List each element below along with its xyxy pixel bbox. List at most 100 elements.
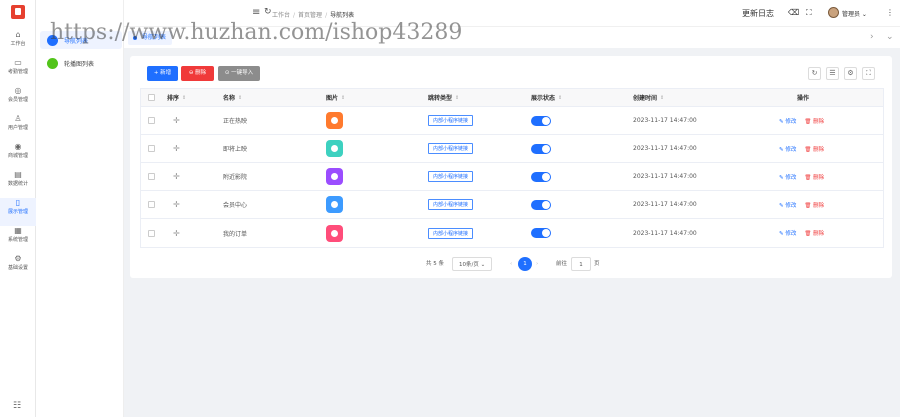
display-icon: ▯	[15, 198, 21, 207]
row-checkbox[interactable]	[148, 173, 155, 180]
drag-handle-icon[interactable]: ✛	[173, 172, 180, 181]
fullscreen-icon[interactable]: ⛶	[806, 8, 812, 18]
rail-item[interactable]: ♙ 用户管理	[0, 114, 36, 142]
rail-item[interactable]: ◎ 会员管理	[0, 86, 36, 114]
app-logo[interactable]	[11, 5, 25, 19]
subnav-item-label: 轮播图列表	[64, 60, 95, 68]
nav-table: 排序 ⇕ 名称 ⇕ 图片 ⇕ 跳转类型 ⇕ 展示状态 ⇕ 创建时间 ⇕ 操作 ✛ 正在热映 …	[140, 88, 884, 248]
page-number-current[interactable]: 1	[518, 257, 532, 271]
edit-button[interactable]: ✎ 修改	[779, 229, 796, 237]
menu-toggle-icon[interactable]: ☷	[13, 401, 21, 411]
delete-row-button[interactable]: 🗑 删除	[804, 201, 824, 209]
user-menu[interactable]: 管理员 ⌄	[842, 9, 867, 18]
row-checkbox[interactable]	[148, 145, 155, 152]
header-name[interactable]: 名称 ⇕	[223, 89, 242, 106]
chevron-down-icon[interactable]: ⌄	[886, 32, 894, 42]
tab-nav-list[interactable]: 导航列表	[128, 31, 173, 45]
rail-item[interactable]: ◉ 商城管理	[0, 142, 36, 170]
edit-button[interactable]: ✎ 修改	[779, 201, 796, 209]
breadcrumb-item[interactable]: 首页管理	[298, 12, 322, 19]
nav-list-icon	[47, 34, 58, 46]
header-sort[interactable]: 排序 ⇕	[167, 89, 186, 106]
breadcrumb-current: 导航列表	[330, 12, 355, 19]
rail-item[interactable]: ⚙ 基础设置	[0, 254, 36, 282]
density-icon[interactable]: ☰	[826, 67, 839, 80]
delete-row-button[interactable]: 🗑 删除	[804, 145, 824, 153]
attendance-icon: ▭	[14, 58, 22, 67]
pager-total: 共 5 条	[426, 261, 444, 267]
drag-handle-icon[interactable]: ✛	[173, 144, 180, 153]
changelog-link[interactable]: 更新日志	[742, 8, 774, 19]
delete-row-button[interactable]: 🗑 删除	[804, 173, 824, 181]
jump-type-tag: 内部小程序链接	[428, 115, 474, 126]
hamburger-icon[interactable]: ≡	[252, 7, 260, 18]
rail-item-label: 考勤管理	[7, 69, 28, 75]
row-created-time: 2023-11-17 14:47:00	[633, 201, 697, 208]
trash-icon[interactable]: ⌫	[788, 8, 799, 17]
header-created-time[interactable]: 创建时间 ⇕	[633, 89, 664, 106]
content-card: + 新增 ⊖ 删除 ⊙ 一键导入 ↻ ☰ ⚙ ⛶ 排序 ⇕ 名称 ⇕ 图片 ⇕ 跳转类…	[130, 56, 892, 278]
tabs-bar: 导航列表 › ⌄	[124, 26, 900, 48]
sub-navigation: 导航列表 轮播图列表	[36, 0, 124, 417]
subnav-item[interactable]: 轮播图列表	[40, 54, 122, 72]
rail-item[interactable]: ⌂ 工作台	[0, 30, 36, 58]
avatar[interactable]	[828, 7, 839, 18]
edit-button[interactable]: ✎ 修改	[779, 117, 796, 125]
stats-icon: ▤	[14, 170, 22, 179]
edit-button[interactable]: ✎ 修改	[779, 145, 796, 153]
subnav-item[interactable]: 导航列表	[40, 31, 122, 49]
home-icon: ⌂	[15, 30, 21, 39]
delete-row-button[interactable]: 🗑 删除	[804, 117, 824, 125]
display-status-switch[interactable]	[531, 199, 551, 210]
row-checkbox[interactable]	[148, 229, 155, 237]
drag-handle-icon[interactable]: ✛	[173, 229, 180, 238]
header-display-status[interactable]: 展示状态 ⇕	[531, 89, 562, 106]
edit-button[interactable]: ✎ 修改	[779, 173, 796, 181]
add-button[interactable]: + 新增	[147, 66, 178, 81]
row-name: 正在热映	[223, 118, 248, 125]
header-jump-type[interactable]: 跳转类型 ⇕	[428, 89, 459, 106]
display-status-switch[interactable]	[531, 171, 551, 182]
display-status-switch[interactable]	[531, 143, 551, 154]
goto-label: 前往	[556, 261, 568, 267]
row-name: 会员中心	[223, 202, 248, 209]
rail-item[interactable]: ▤ 数据统计	[0, 170, 36, 198]
row-created-time: 2023-11-17 14:47:00	[633, 229, 697, 237]
row-checkbox[interactable]	[148, 117, 155, 124]
delete-row-button[interactable]: 🗑 删除	[804, 229, 824, 237]
rail-item[interactable]: ▭ 考勤管理	[0, 58, 36, 86]
page-size-select[interactable]: 10条/页 ⌄	[452, 257, 493, 271]
select-all-checkbox[interactable]	[148, 94, 155, 101]
rail-item-label: 展示管理	[7, 209, 28, 215]
member-icon: ◎	[14, 86, 22, 95]
display-status-switch[interactable]	[531, 115, 551, 126]
system-icon: ▦	[14, 226, 22, 235]
nav-image	[326, 196, 343, 213]
prev-page-icon[interactable]: ‹	[510, 257, 512, 271]
more-icon[interactable]: ⋮	[886, 8, 894, 17]
drag-handle-icon[interactable]: ✛	[173, 200, 180, 209]
refresh-icon[interactable]: ↻	[264, 7, 272, 17]
breadcrumb-item[interactable]: 工作台	[272, 12, 290, 19]
rail-item-label: 商城管理	[7, 153, 28, 159]
rail-item[interactable]: ▯ 展示管理	[0, 198, 36, 226]
nav-image	[326, 168, 343, 185]
refresh-table-icon[interactable]: ↻	[808, 67, 821, 80]
rail-item-label: 工作台	[10, 41, 26, 47]
goto-page-input[interactable]: 1	[571, 257, 591, 271]
drag-handle-icon[interactable]: ✛	[173, 116, 180, 125]
column-settings-icon[interactable]: ⚙	[844, 67, 857, 80]
header-image[interactable]: 图片 ⇕	[326, 89, 345, 106]
top-bar: ≡ ↻ 工作台 / 首页管理 / 导航列表 更新日志 ⌫ ⛶ 管理员 ⌄ ⋮	[124, 0, 900, 26]
import-button[interactable]: ⊙ 一键导入	[218, 66, 260, 81]
row-created-time: 2023-11-17 14:47:00	[633, 173, 697, 180]
table-row: ✛ 即将上映 内部小程序链接 2023-11-17 14:47:00 ✎ 修改 🗑…	[141, 135, 883, 163]
display-status-switch[interactable]	[531, 228, 551, 238]
delete-button[interactable]: ⊖ 删除	[181, 66, 214, 81]
carousel-icon	[47, 57, 58, 69]
chevron-right-icon[interactable]: ›	[870, 32, 874, 42]
next-page-icon[interactable]: ›	[536, 257, 538, 271]
fullscreen-table-icon[interactable]: ⛶	[862, 67, 875, 80]
rail-item[interactable]: ▦ 系统管理	[0, 226, 36, 254]
row-checkbox[interactable]	[148, 201, 155, 208]
